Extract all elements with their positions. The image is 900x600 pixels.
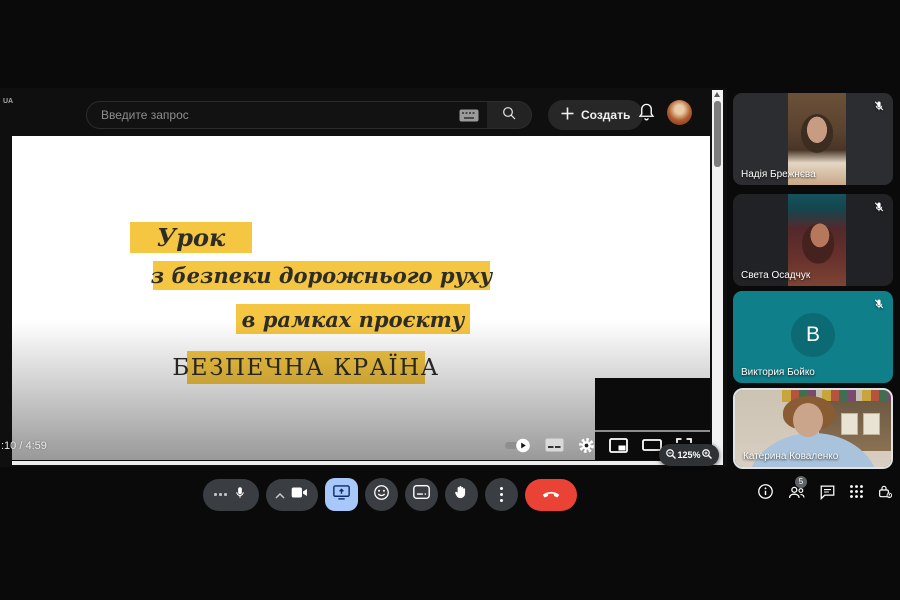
participant-tile[interactable]: Света Осадчук [733,194,893,286]
meet-window: UA Введите запрос Создать Урок з безпеки [0,0,900,600]
participant-tile[interactable]: Надія Брежнєва [733,93,893,185]
window-bottom-edge [12,461,723,465]
zoom-in-icon[interactable] [701,448,713,462]
plus-icon [561,107,574,123]
profile-avatar[interactable] [667,100,692,125]
reactions-button[interactable] [364,478,398,511]
search-placeholder: Введите запрос [101,108,189,122]
raised-hand-icon [454,484,468,505]
progress-bar[interactable] [595,430,710,432]
captions-icon [412,485,430,504]
microphone-button[interactable] [202,478,259,511]
meet-info-bar: 5 [757,475,893,500]
smiley-icon [373,484,390,506]
camera-icon [291,486,308,504]
meeting-details-button[interactable] [757,483,774,500]
activities-grid-icon[interactable] [849,484,864,499]
autoplay-toggle[interactable] [504,438,531,453]
player-time: :10 / 4:59 [1,440,47,452]
participant-name: Виктория Бойко [741,367,815,378]
present-screen-icon [332,484,350,505]
raise-hand-button[interactable] [444,478,478,511]
mic-icon [233,485,247,505]
notifications-bell-icon[interactable] [637,101,656,122]
more-options-button[interactable] [484,478,518,511]
keyboard-icon[interactable] [459,109,479,122]
participant-video [863,413,881,435]
participant-name: Надія Брежнєва [741,169,816,180]
participant-tile[interactable]: В Виктория Бойко [733,291,893,383]
presentation-zoom-control[interactable]: 125% [659,444,719,466]
meet-control-bar [26,478,753,511]
video-player[interactable]: Урок з безпеки дорожнього руху в рамках … [12,136,710,460]
shared-screen: UA Введите запрос Создать Урок з безпеки [0,88,727,467]
miniplayer-icon[interactable] [609,437,628,453]
participant-name: Катерина Коваленко [743,451,839,462]
mic-muted-icon [873,201,885,213]
scrollbar-thumb[interactable] [714,101,721,167]
search-icon [501,105,517,126]
chevron-up-icon[interactable] [275,486,285,504]
zoom-out-icon[interactable] [665,448,677,462]
hangup-phone-icon [542,486,560,504]
subtitles-icon[interactable] [545,438,564,452]
create-button-label: Создать [581,108,631,122]
people-button[interactable]: 5 [787,475,807,500]
host-controls-lock-icon[interactable] [877,484,893,500]
audio-options-dots-icon[interactable] [214,493,227,496]
participant-video [793,403,823,437]
captions-button[interactable] [404,478,438,511]
zoom-level: 125% [677,450,701,460]
youtube-region-label: UA [3,98,14,105]
present-screen-button-active[interactable] [324,478,358,511]
participant-video [841,413,859,435]
settings-gear-icon[interactable] [578,437,595,454]
search-button[interactable] [487,101,532,129]
participant-count-badge: 5 [795,475,807,488]
participant-initial-avatar: В [791,313,835,357]
mic-muted-icon [873,100,885,112]
mic-muted-icon [873,298,885,310]
chat-button[interactable] [819,484,836,500]
search-input[interactable]: Введите запрос [86,101,488,129]
participant-tile-active-speaker[interactable]: Катерина Коваленко [733,388,893,469]
camera-button[interactable] [265,478,318,511]
scroll-up-arrow[interactable] [714,92,720,97]
scrollbar[interactable] [712,90,723,462]
vertical-dots-icon [499,487,503,502]
participant-name: Света Осадчук [741,270,811,281]
create-button[interactable]: Создать [548,100,644,130]
leave-call-button[interactable] [524,478,577,511]
